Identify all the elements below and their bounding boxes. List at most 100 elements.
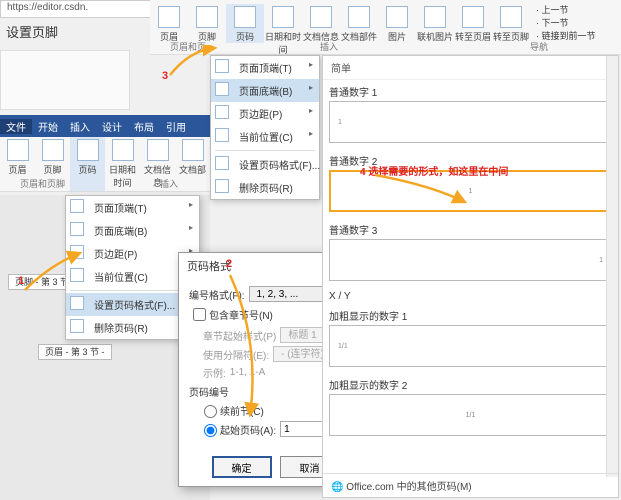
mid-页码[interactable]: 页码 [70,137,105,191]
menu-icon [70,296,84,310]
start-at-radio[interactable] [204,424,217,437]
menu-icon [70,222,84,236]
date-time-btn[interactable]: 日期和时间 [264,4,302,56]
menu-icon [215,156,229,170]
chevron-right-icon: ▸ [189,200,193,209]
gallery-item[interactable]: 1 [329,101,612,143]
start-at-label: 起始页码(A): [220,422,276,437]
goto-footer-btn[interactable]: 转至页脚 [492,4,530,43]
gallery-item-label: 加粗显示的数字 1 [323,304,618,325]
ribbon-icon [424,6,446,28]
tab-布局[interactable]: 布局 [128,119,160,134]
doc-parts-btn[interactable]: 文档部件 [340,4,378,43]
page-number-menu-top: 页面顶端(T)▸页面底端(B)▸页边距(P)▸当前位置(C)▸ 设置页码格式(F)… [210,55,320,200]
ribbon-icon [272,6,294,28]
tab-文件[interactable]: 文件 [0,119,32,134]
doc-info-btn[interactable]: 文档信息 [302,4,340,43]
menu-icon [215,59,229,73]
gallery-footer[interactable]: 🌐 Office.com 中的其他页码(M) [323,473,618,497]
menu-icon [70,199,84,213]
gallery-item[interactable]: 1 [329,239,612,281]
ribbon-group-label: 插入 [160,177,178,190]
ok-button[interactable]: 确定 [212,456,272,478]
tab-插入[interactable]: 插入 [64,119,96,134]
ribbon-extra: · 上一节· 下一节· 链接到前一节 [536,4,596,43]
chevron-right-icon: ▸ [309,106,313,115]
format-label: 编号格式(F): [189,287,245,302]
menu-icon [215,82,229,96]
menu-item-current-pos[interactable]: 当前位置(C)▸ [211,125,319,148]
chevron-right-icon: ▸ [309,83,313,92]
ribbon-group-label: 页眉和页脚 [20,177,65,190]
continue-radio[interactable] [204,405,217,418]
menu-item-0[interactable]: 页面顶端(T)▸ [66,196,199,219]
ribbon-icon [348,6,370,28]
ribbon-icon [77,139,99,161]
gallery-item-label: 加粗显示的数字 2 [323,373,618,394]
tab-设计[interactable]: 设计 [96,119,128,134]
menu-icon [70,268,84,282]
mid-文档部[interactable]: 文档部 [175,137,210,191]
ribbon-icon [196,6,218,28]
menu-item-page-bottom[interactable]: 页面底端(B)▸ [211,79,319,102]
header-btn[interactable]: 页眉 [150,4,188,43]
menu-item-remove-page-numbers[interactable]: 删除页码(R) [211,176,319,199]
page-number-btn[interactable]: 页码 [226,4,264,43]
annotation-1: 1 [18,275,24,287]
gallery-header: 简单 [323,56,618,80]
ribbon-icon [310,6,332,28]
menu-icon [215,128,229,142]
menu-item-1[interactable]: 页面底端(B)▸ [66,219,199,242]
menu-item-page-margin[interactable]: 页边距(P)▸ [211,102,319,125]
ribbon-group-label: 插入 [320,40,338,53]
mid-日期和时间[interactable]: 日期和时间 [105,137,140,191]
chevron-right-icon: ▸ [309,129,313,138]
dialog-title: 页码格式 [187,261,231,273]
menu-item-format-page-numbers[interactable]: 设置页码格式(F)... [211,153,319,176]
menu-item-page-top[interactable]: 页面顶端(T)▸ [211,56,319,79]
chapter-style-label: 章节起始样式(P) [203,328,276,343]
ribbon-icon [386,6,408,28]
blue-tabs: 文件开始插入设计布局引用 [0,115,210,137]
chevron-right-icon: ▸ [189,223,193,232]
annotation-3: 3 [162,70,168,82]
menu-icon [70,319,84,333]
ribbon-icon [42,139,64,161]
header-tag: 页眉 - 第 3 节 - [38,345,112,358]
menu-icon [70,245,84,259]
gallery-item[interactable]: 1/1 [329,325,612,367]
online-picture-btn[interactable]: 联机图片 [416,4,454,43]
globe-icon: 🌐 [331,482,343,493]
ribbon-icon [112,139,134,161]
ribbon-icon [462,6,484,28]
ribbon-icon [147,139,169,161]
menu-icon [215,105,229,119]
gallery-item[interactable]: 1/1 [329,394,612,436]
page-number-gallery: 简单 普通数字 11普通数字 21普通数字 31X / Y加粗显示的数字 11/… [322,55,619,498]
continue-label: 续前节(C) [220,403,264,418]
ribbon-icon [500,6,522,28]
example-value: 1-1, 1-A [230,367,266,378]
goto-header-btn[interactable]: 转至页眉 [454,4,492,43]
ribbon-icon [182,139,204,161]
tab-开始[interactable]: 开始 [32,119,64,134]
annotation-2: 2 [226,258,232,270]
gallery-item-label: X / Y [323,287,618,304]
ribbon-icon [158,6,180,28]
picture-btn[interactable]: 图片 [378,4,416,43]
ribbon-icon [234,6,256,28]
separator-label: 使用分隔符(E): [203,347,269,362]
example-label: 示例: [203,365,226,380]
include-chapter-label: 包含章节号(N) [209,307,273,322]
gallery-item-label: 普通数字 3 [323,218,618,239]
footer-btn[interactable]: 页脚 [188,4,226,43]
page-title: 设置页脚 [0,22,120,41]
left-toolbar [0,50,130,110]
ribbon-group-label: 导航 [530,40,548,53]
menu-icon [215,179,229,193]
scrollbar[interactable] [606,56,618,477]
tab-引用[interactable]: 引用 [160,119,192,134]
ribbon-top: 页眉页脚页码日期和时间文档信息文档部件图片联机图片转至页眉转至页脚· 上一节· … [150,0,621,55]
ribbon-mid: 页眉页脚页码日期和时间文档信息文档部页眉和页脚插入 [0,137,210,192]
include-chapter-checkbox[interactable] [193,308,206,321]
